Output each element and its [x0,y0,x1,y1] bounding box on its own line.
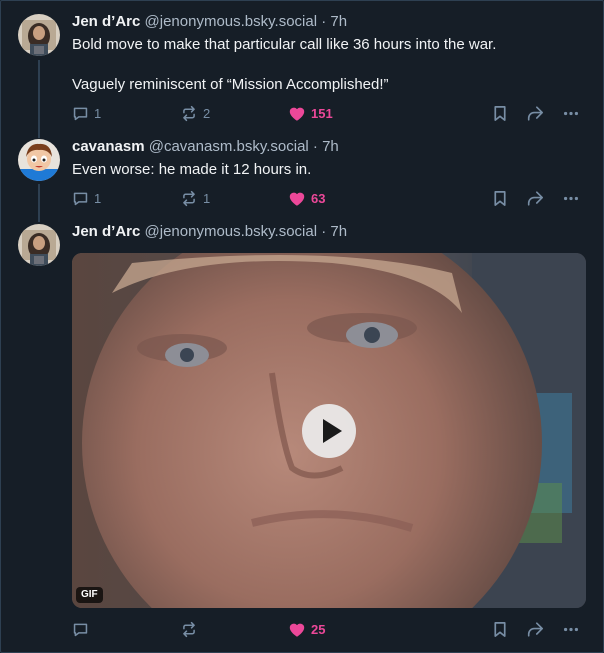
reply-icon [73,107,88,120]
post-time[interactable]: 7h [330,13,347,30]
post-actions: 1 1 63 [72,188,592,208]
more-icon [563,111,579,115]
like-button[interactable]: 25 [288,619,325,639]
post-text-line: Vaguely reminiscent of “Mission Accompli… [72,76,389,93]
play-icon [323,419,342,443]
author-handle[interactable]: @jenonymous.bsky.social [145,13,318,30]
share-icon [527,105,544,121]
like-count: 63 [311,190,326,206]
repost-button[interactable]: 1 [180,188,210,208]
post-header: Jen d’Arc @jenonymous.bsky.social · 7h [72,12,347,32]
bookmark-button[interactable] [492,188,508,208]
post-text-line: Bold move to make that particular call l… [72,36,497,53]
more-options-button[interactable] [562,619,580,639]
author-handle[interactable]: @jenonymous.bsky.social [145,223,318,240]
share-icon [527,190,544,206]
like-count: 25 [311,621,326,637]
author-name[interactable]: Jen d’Arc [72,223,140,240]
repost-icon [183,105,195,121]
repost-count: 2 [203,105,211,121]
bookmark-icon [494,105,506,121]
share-icon [527,621,544,637]
like-button[interactable]: 63 [288,188,325,208]
more-icon [563,196,579,200]
repost-button[interactable]: 2 [180,103,210,123]
separator-dot: · [312,138,318,155]
heart-icon [289,107,305,121]
post-1[interactable]: Jen d’Arc @jenonymous.bsky.social · 7h B… [0,0,604,130]
avatar[interactable] [18,14,60,56]
post-actions: 1 2 151 [72,103,592,123]
share-button[interactable] [526,103,544,123]
reply-count: 1 [94,105,102,121]
author-name[interactable]: Jen d’Arc [72,13,140,30]
post-text-line: Even worse: he made it 12 hours in. [72,161,312,178]
reply-icon [73,623,88,636]
post-time[interactable]: 7h [322,138,339,155]
more-icon [563,627,579,631]
avatar[interactable] [18,224,60,266]
bookmark-icon [494,621,506,637]
share-button[interactable] [526,619,544,639]
like-count: 151 [311,105,333,121]
gif-badge: GIF [76,587,103,603]
more-options-button[interactable] [562,188,580,208]
avatar[interactable] [18,139,60,181]
post-header: cavanasm @cavanasm.bsky.social · 7h [72,137,339,157]
post-header: Jen d’Arc @jenonymous.bsky.social · 7h [72,222,347,242]
repost-icon [183,190,195,206]
avatar-woman-dark-hair-icon [18,224,60,266]
bookmark-button[interactable] [492,619,508,639]
post-actions: 25 [72,619,592,639]
reply-button[interactable] [72,619,94,639]
avatar-cartoon-character-icon [18,139,60,181]
like-button[interactable]: 151 [288,103,333,123]
repost-icon [183,621,195,637]
heart-icon [289,623,305,637]
separator-dot: · [321,13,327,30]
gif-embed[interactable]: GIF [72,253,586,608]
repost-count: 1 [203,190,211,206]
heart-icon [289,192,305,206]
reply-button[interactable]: 1 [72,103,101,123]
author-handle[interactable]: @cavanasm.bsky.social [149,138,309,155]
post-text: Even worse: he made it 12 hours in. [72,160,582,180]
avatar-woman-dark-hair-icon [18,14,60,56]
bookmark-button[interactable] [492,103,508,123]
post-text: Bold move to make that particular call l… [72,35,582,95]
reply-icon [73,192,88,205]
share-button[interactable] [526,188,544,208]
post-2[interactable]: cavanasm @cavanasm.bsky.social · 7h Even… [0,130,604,220]
more-options-button[interactable] [562,103,580,123]
separator-dot: · [321,223,327,240]
play-button[interactable] [302,404,356,458]
author-name[interactable]: cavanasm [72,138,145,155]
bookmark-icon [494,190,506,206]
repost-button[interactable] [180,619,203,639]
post-time[interactable]: 7h [330,223,347,240]
reply-count: 1 [94,190,102,206]
reply-button[interactable]: 1 [72,188,101,208]
